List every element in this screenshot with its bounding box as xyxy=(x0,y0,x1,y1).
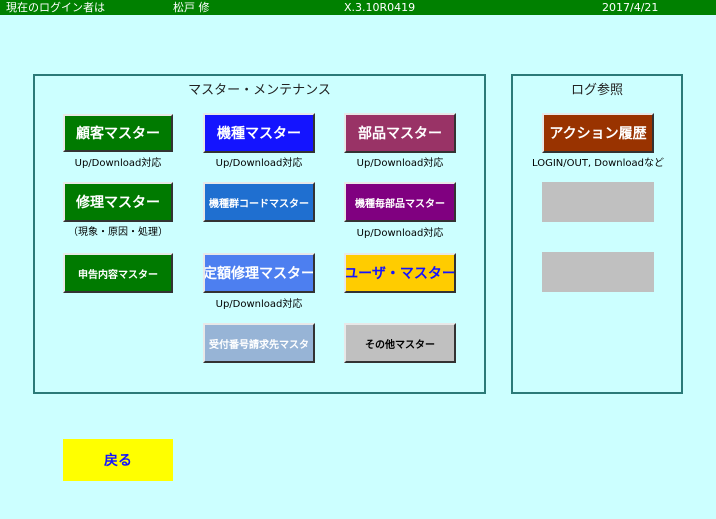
model-master-note: Up/Download対応 xyxy=(215,158,303,169)
empty-log-button-1 xyxy=(542,182,654,222)
fixed-repair-master-note: Up/Download対応 xyxy=(215,299,303,310)
action-history-button[interactable]: アクション履歴 xyxy=(542,113,654,153)
model-group-code-master-button[interactable]: 機種群コードマスター xyxy=(203,182,315,222)
customer-master-button[interactable]: 顧客マスター xyxy=(63,114,173,152)
action-history-note: LOGIN/OUT, Downloadなど xyxy=(532,158,664,169)
model-parts-master-button[interactable]: 機種毎部品マスター xyxy=(344,182,456,222)
version-label: X.3.10R0419 xyxy=(344,1,416,14)
parts-master-button[interactable]: 部品マスター xyxy=(344,113,456,153)
repair-master-note: （現象・原因・処理） xyxy=(68,227,168,238)
empty-log-button-2 xyxy=(542,252,654,292)
back-button[interactable]: 戻る xyxy=(63,439,173,481)
billing-master-button[interactable]: 受付番号請求先マスタ xyxy=(203,323,315,363)
user-master-button[interactable]: ユーザ・マスター xyxy=(344,253,456,293)
report-master-button[interactable]: 申告内容マスター xyxy=(63,253,173,293)
other-master-button[interactable]: その他マスター xyxy=(344,323,456,363)
login-label: 現在のログイン者は xyxy=(6,1,105,14)
repair-master-button[interactable]: 修理マスター xyxy=(63,182,173,222)
model-master-button[interactable]: 機種マスター xyxy=(203,113,315,153)
user-name: 松戸 修 xyxy=(173,1,210,14)
customer-master-note: Up/Download対応 xyxy=(74,158,162,169)
fixed-repair-master-button[interactable]: 定額修理マスター xyxy=(203,253,315,293)
panel-title-master: マスター・メンテナンス xyxy=(188,83,331,98)
panel-title-log: ログ参照 xyxy=(570,83,623,98)
date-label: 2017/4/21 xyxy=(602,1,659,14)
parts-master-note: Up/Download対応 xyxy=(356,158,444,169)
status-bar: 現在のログイン者は 松戸 修 X.3.10R0419 2017/4/21 xyxy=(0,0,716,15)
model-parts-master-note: Up/Download対応 xyxy=(356,228,444,239)
